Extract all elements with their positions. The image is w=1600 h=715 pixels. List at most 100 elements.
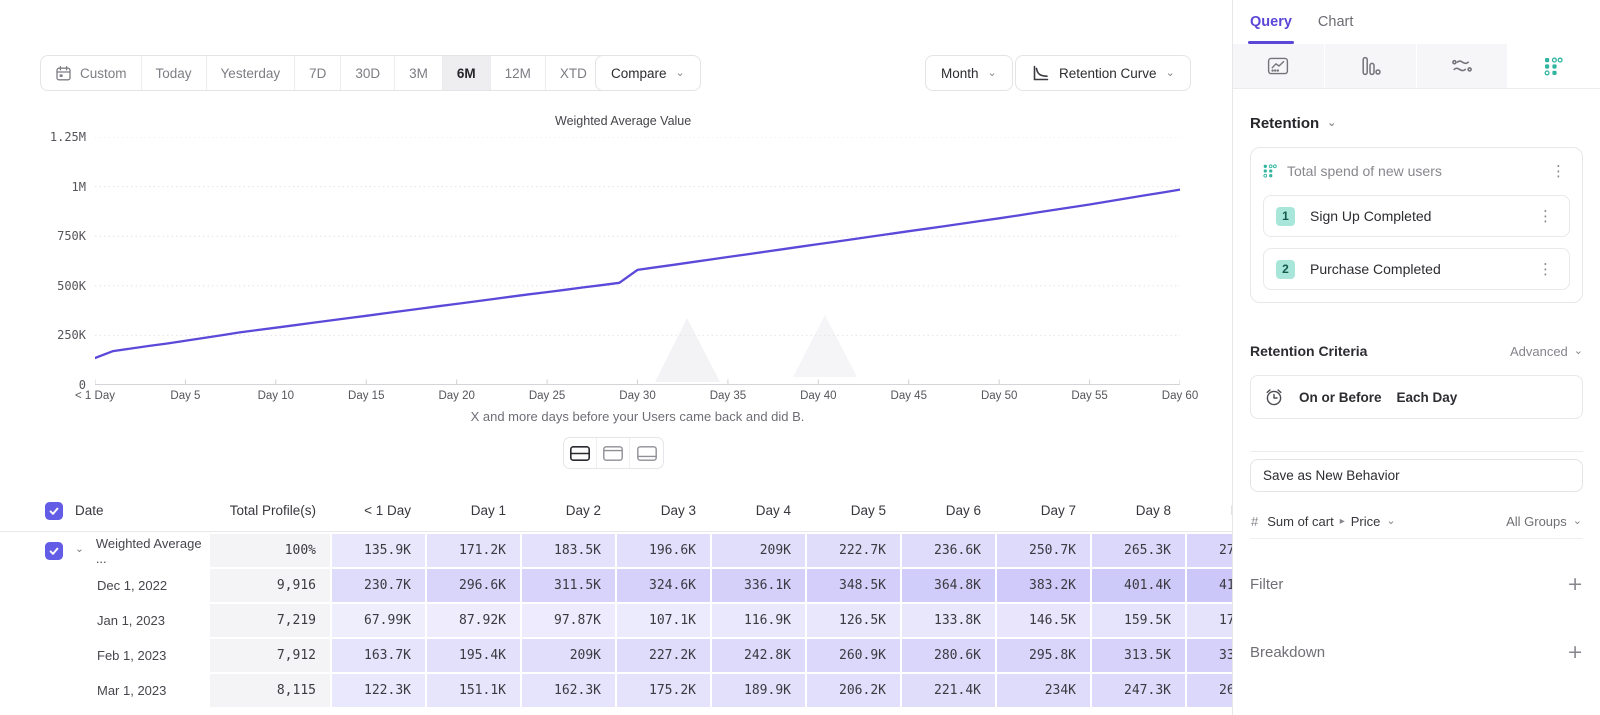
retention-value-cell: 260.9K: [807, 639, 900, 672]
retention-value-cell: 133.8K: [902, 604, 995, 637]
range-yesterday[interactable]: Yesterday: [207, 56, 296, 90]
chevron-down-icon: ⌄: [676, 67, 685, 78]
retention-value-cell: 383.2K: [997, 569, 1090, 602]
measure-property-dropdown[interactable]: Sum of cart ▸ Price ⌄: [1267, 514, 1395, 529]
save-as-new-behavior-button[interactable]: Save as New Behavior: [1250, 459, 1583, 492]
y-axis-tick: 500K: [57, 279, 86, 293]
x-axis-tick: Day 50: [981, 390, 1017, 402]
range-7d[interactable]: 7D: [295, 56, 341, 90]
occurrence-selector[interactable]: On or Before: [1299, 390, 1382, 405]
advanced-dropdown[interactable]: Advanced ⌄: [1510, 344, 1583, 359]
retention-value-cell: 97.87K: [522, 604, 615, 637]
behavior-title[interactable]: Total spend of new users: [1287, 163, 1537, 179]
table-row[interactable]: Jan 1, 20237,21967.99K87.92K97.87K107.1K…: [0, 604, 1232, 637]
range-3m[interactable]: 3M: [395, 56, 443, 90]
all-groups-dropdown[interactable]: All Groups ⌄: [1506, 514, 1582, 529]
granularity-label: Month: [941, 66, 979, 81]
retention-value-cell: 336.1K: [712, 569, 805, 602]
event-row-1[interactable]: 1Sign Up Completed⋮: [1263, 195, 1570, 237]
day-column-header: Day 6: [900, 503, 995, 518]
add-breakdown-button[interactable]: +: [1567, 643, 1583, 662]
range-today[interactable]: Today: [142, 56, 207, 90]
event-label: Sign Up Completed: [1295, 208, 1534, 224]
day-column-header: Day 4: [710, 503, 805, 518]
table-only-toggle[interactable]: [630, 438, 663, 468]
split-view-toggle[interactable]: [564, 438, 597, 468]
kebab-menu-icon[interactable]: ⋮: [1534, 207, 1557, 226]
tab-query[interactable]: Query: [1250, 0, 1292, 44]
advanced-label: Advanced: [1510, 344, 1568, 359]
range-label: 6M: [457, 66, 476, 81]
y-axis-tick: 750K: [57, 229, 86, 243]
kebab-menu-icon[interactable]: ⋮: [1534, 260, 1557, 279]
total-profiles-header: Total Profile(s): [210, 503, 330, 518]
y-axis-tick: 1M: [72, 180, 86, 194]
retention-value-cell: 227.2K: [617, 639, 710, 672]
event-index-badge: 1: [1276, 207, 1295, 226]
retention-value-cell: 195.4K: [427, 639, 520, 672]
retention-section-header[interactable]: Retention ⌄: [1250, 115, 1583, 132]
retention-curve-icon: [1031, 64, 1050, 83]
retention-value-cell: 206.2K: [807, 674, 900, 707]
range-12m[interactable]: 12M: [491, 56, 546, 90]
x-axis-tick: Day 35: [710, 390, 746, 402]
tab-chart[interactable]: Chart: [1318, 0, 1353, 44]
retention-value-cell: 250.7K: [997, 534, 1090, 567]
x-axis-tick: Day 30: [619, 390, 655, 402]
compare-button[interactable]: Compare ⌄: [595, 55, 701, 91]
event-row-2[interactable]: 2Purchase Completed⋮: [1263, 248, 1570, 290]
flows-icon[interactable]: [1417, 44, 1509, 88]
range-label: 7D: [309, 66, 326, 81]
retention-mini-icon: [1263, 164, 1277, 178]
insights-icon[interactable]: [1233, 44, 1325, 88]
window-selector[interactable]: Each Day: [1397, 390, 1458, 405]
day-column-header: Day 2: [520, 503, 615, 518]
chart-caption: X and more days before your Users came b…: [95, 409, 1180, 424]
table-row[interactable]: Feb 1, 20237,912163.7K195.4K209K227.2K24…: [0, 639, 1232, 672]
range-30d[interactable]: 30D: [341, 56, 395, 90]
retention-value-cell: 196.6K: [617, 534, 710, 567]
chevron-down-icon[interactable]: ⌄: [75, 543, 84, 555]
x-axis-tick: Day 25: [529, 390, 565, 402]
summary-row-label-cell: ⌄Weighted Average ...: [0, 534, 210, 567]
retention-icon[interactable]: [1508, 44, 1600, 88]
chevron-down-icon: ⌄: [1574, 345, 1583, 356]
range-6m[interactable]: 6M: [443, 56, 491, 90]
retention-value-cell: 221.4K: [902, 674, 995, 707]
kebab-menu-icon[interactable]: ⋮: [1547, 162, 1570, 181]
x-axis-tick: Day 15: [348, 390, 384, 402]
table-row[interactable]: Dec 1, 20229,916230.7K296.6K311.5K324.6K…: [0, 569, 1232, 602]
select-all-checkbox[interactable]: [45, 502, 63, 520]
alarm-clock-icon: [1264, 387, 1284, 407]
table-header-row: Date Total Profile(s) < 1 DayDay 1Day 2D…: [0, 490, 1232, 532]
table-row[interactable]: Mar 1, 20238,115122.3K151.1K162.3K175.2K…: [0, 674, 1232, 707]
retention-value-cell: 162.3K: [522, 674, 615, 707]
range-label: 12M: [505, 66, 531, 81]
row-checkbox[interactable]: [45, 542, 63, 560]
retention-curve-chart[interactable]: [95, 137, 1180, 385]
retention-value-cell: 122.3K: [332, 674, 425, 707]
sidebar-tabs: Query Chart: [1233, 0, 1600, 44]
funnels-icon[interactable]: [1325, 44, 1417, 88]
retention-criteria-label: Retention Criteria: [1250, 343, 1367, 359]
chart-type-button[interactable]: Retention Curve ⌄: [1015, 55, 1191, 91]
row-label: Mar 1, 2023: [97, 683, 166, 698]
retention-value-cell: 295.8K: [997, 639, 1090, 672]
chart-type-label: Retention Curve: [1059, 66, 1157, 81]
granularity-button[interactable]: Month ⌄: [925, 55, 1013, 91]
chart-x-axis: < 1 DayDay 5Day 10Day 15Day 20Day 25Day …: [95, 390, 1180, 406]
total-profiles-cell: 8,115: [210, 674, 330, 707]
add-filter-button[interactable]: +: [1567, 575, 1583, 594]
table-row[interactable]: ⌄Weighted Average ...100%135.9K171.2K183…: [0, 534, 1232, 567]
retention-table: Date Total Profile(s) < 1 DayDay 1Day 2D…: [0, 490, 1232, 707]
filter-label: Filter: [1250, 576, 1283, 593]
retention-criteria-card: On or Before Each Day: [1250, 375, 1583, 419]
main-panel: CustomTodayYesterday7D30D3M6M12MXTD⌄ Com…: [0, 0, 1232, 715]
retention-value-cell: 260.8K: [1187, 674, 1232, 707]
measure-row: # Sum of cart ▸ Price ⌄ All Groups ⌄: [1250, 505, 1583, 539]
x-axis-tick: Day 10: [258, 390, 294, 402]
retention-value-cell: 87.92K: [427, 604, 520, 637]
range-custom[interactable]: Custom: [41, 56, 142, 90]
retention-section-label: Retention: [1250, 115, 1319, 132]
chart-only-toggle[interactable]: [597, 438, 630, 468]
